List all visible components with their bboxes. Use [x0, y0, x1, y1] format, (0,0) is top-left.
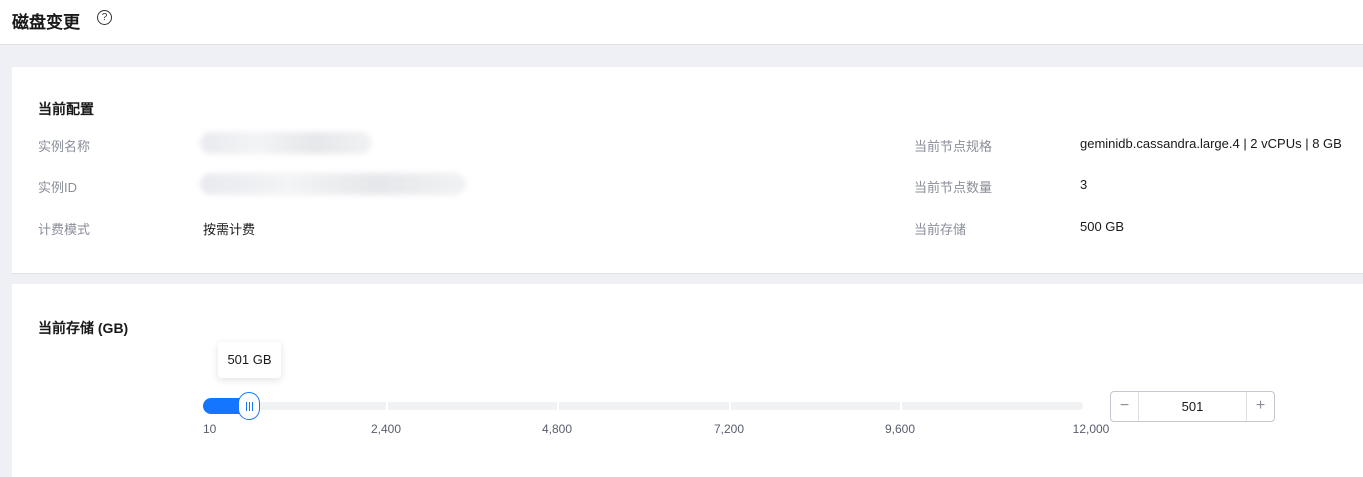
instance-name-value-redacted [200, 132, 372, 154]
storage-title: 当前存储 (GB) [38, 320, 129, 336]
slider-segment-divider [729, 402, 731, 410]
section-divider [12, 273, 1363, 274]
instance-name-label: 实例名称 [38, 139, 91, 154]
page-title: 磁盘变更 [12, 13, 80, 32]
storage-panel: 当前存储 (GB) 501 GB 10 2,400 4,800 7,200 9,… [12, 284, 1363, 477]
slider-tick-label: 7,200 [713, 422, 745, 436]
node-count-value: 3 [1080, 177, 1088, 192]
slider-value-tooltip: 501 GB [218, 342, 281, 378]
slider-segment-divider [386, 402, 388, 410]
slider-tick-label: 4,800 [541, 422, 573, 436]
slider-tick-label: 10 [203, 422, 217, 436]
node-spec-value: geminidb.cassandra.large.4 | 2 vCPUs | 8… [1080, 136, 1342, 151]
node-count-label: 当前节点数量 [914, 180, 993, 195]
slider-segment-divider [900, 402, 902, 410]
slider-tick-label: 9,600 [884, 422, 916, 436]
current-storage-value: 500 GB [1080, 219, 1125, 234]
slider-segment-divider [557, 402, 559, 410]
slider-tick-label: 12,000 [1072, 422, 1110, 436]
billing-mode-value: 按需计费 [203, 222, 256, 237]
storage-size-input[interactable] [1139, 392, 1246, 421]
current-config-panel: 当前配置 实例名称 实例ID 计费模式 按需计费 当前节点规格 geminidb… [12, 67, 1363, 273]
storage-stepper: − + [1110, 391, 1275, 422]
node-spec-label: 当前节点规格 [914, 139, 993, 154]
page-header: 磁盘变更 ? [0, 0, 1363, 45]
instance-id-value-redacted [200, 173, 466, 195]
decrement-button[interactable]: − [1111, 392, 1139, 421]
current-config-title: 当前配置 [38, 101, 94, 117]
question-circle-icon[interactable]: ? [97, 10, 112, 25]
increment-button[interactable]: + [1246, 392, 1274, 421]
storage-slider-track[interactable] [203, 402, 1083, 410]
slider-tick-label: 2,400 [370, 422, 402, 436]
billing-mode-label: 计费模式 [38, 222, 91, 237]
storage-slider-handle[interactable] [238, 392, 260, 420]
current-storage-label: 当前存储 [914, 222, 967, 237]
instance-id-label: 实例ID [38, 180, 78, 195]
